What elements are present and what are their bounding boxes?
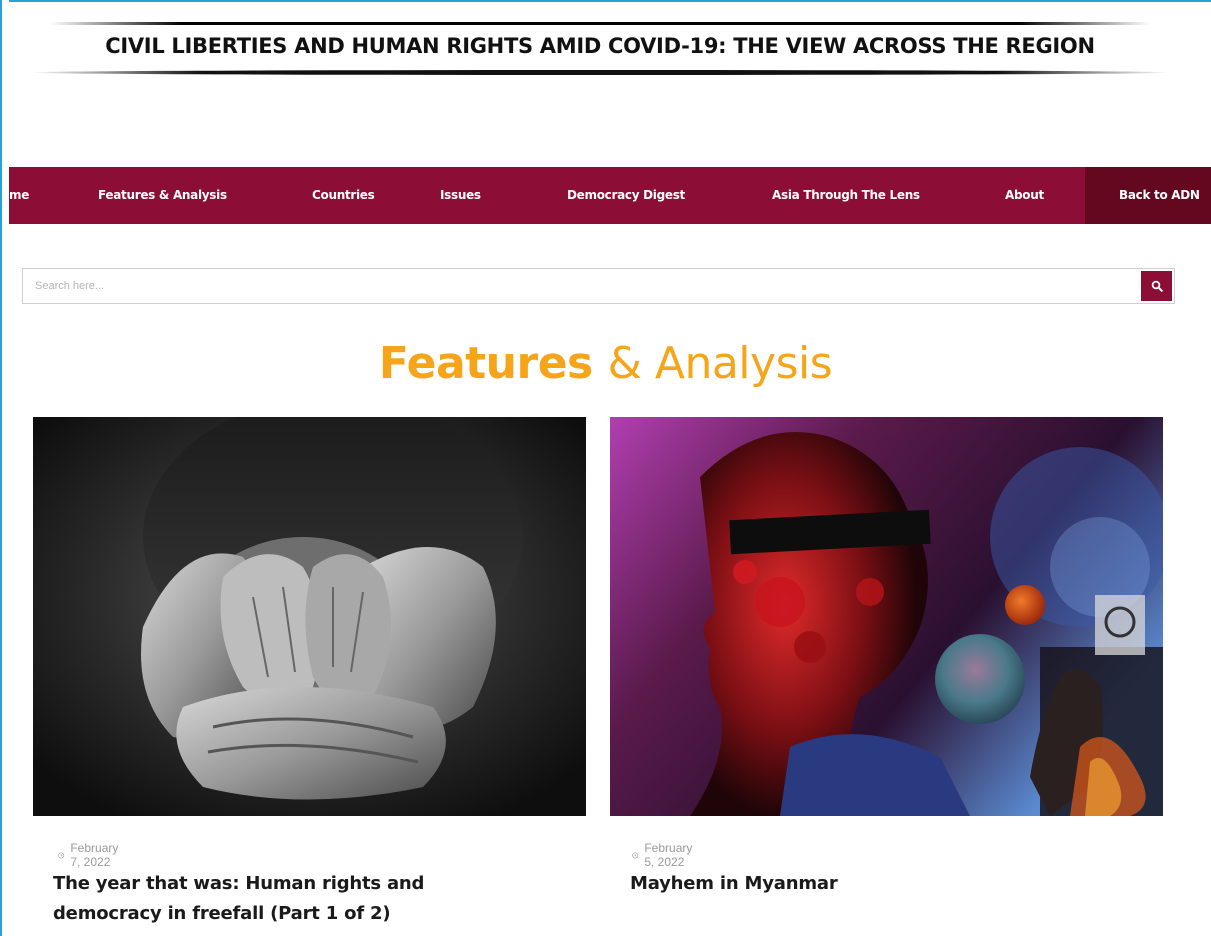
search-bar: [22, 268, 1175, 304]
nav-item-features-analysis[interactable]: Features & Analysis: [98, 167, 227, 224]
clock-icon: [58, 852, 65, 858]
nav-item-democracy-digest[interactable]: Democracy Digest: [567, 167, 685, 224]
frame-border-left: [0, 0, 9, 936]
search-icon: [1151, 280, 1163, 292]
search-button[interactable]: [1141, 271, 1172, 301]
nav-item-home[interactable]: me: [9, 167, 29, 224]
article-date-text: February 5, 2022: [644, 841, 693, 869]
article-image-hands[interactable]: [33, 417, 586, 816]
site-banner: CIVIL LIBERTIES AND HUMAN RIGHTS AMID CO…: [30, 18, 1170, 78]
frame-border-top: [0, 0, 1211, 2]
banner-title: CIVIL LIBERTIES AND HUMAN RIGHTS AMID CO…: [105, 34, 1095, 58]
article-date: February 7, 2022: [58, 841, 123, 869]
section-title-bold: Features: [378, 338, 593, 389]
collage-photo: [610, 417, 1163, 816]
nav-item-about[interactable]: About: [1005, 167, 1044, 224]
hands-photo: [33, 417, 586, 816]
nav-item-issues[interactable]: Issues: [440, 167, 481, 224]
article-image-myanmar[interactable]: [610, 417, 1163, 816]
article-date-text: February 7, 2022: [70, 841, 119, 869]
nav-item-countries[interactable]: Countries: [312, 167, 375, 224]
section-title: Features & Analysis: [0, 338, 1211, 389]
banner-top-rule: [50, 22, 1150, 25]
article-title[interactable]: Mayhem in Myanmar: [630, 869, 1090, 899]
main-nav: me Features & Analysis Countries Issues …: [9, 167, 1211, 224]
banner-bottom-rule: [30, 70, 1170, 75]
clock-icon: [632, 852, 639, 858]
article-title[interactable]: The year that was: Human rights and demo…: [53, 869, 513, 929]
article-date: February 5, 2022: [632, 841, 697, 869]
section-title-rest: & Analysis: [607, 338, 833, 389]
search-input[interactable]: [23, 269, 1141, 303]
nav-item-back-to-adn[interactable]: Back to ADN: [1085, 167, 1211, 224]
nav-item-asia-through-the-lens[interactable]: Asia Through The Lens: [772, 167, 920, 224]
